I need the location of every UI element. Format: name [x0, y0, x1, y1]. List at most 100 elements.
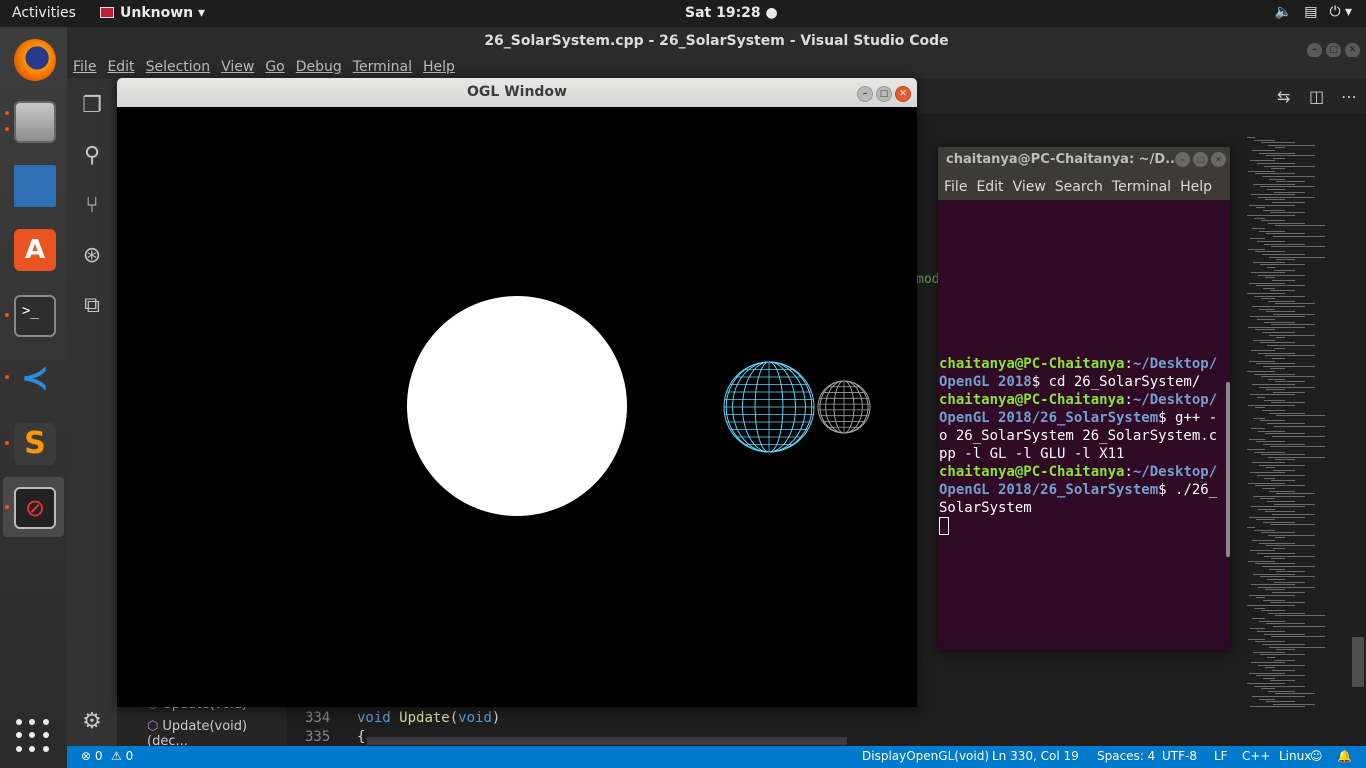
problems-errors[interactable]: ⊗ 0 [81, 749, 103, 763]
outline-item[interactable]: ⬡ Update(void) (dec... [147, 719, 287, 749]
menu-file[interactable]: File [73, 59, 96, 75]
dock-item-files[interactable] [3, 91, 64, 151]
line-number: 334 [305, 710, 331, 726]
menu-edit[interactable]: Edit [107, 59, 134, 75]
minimize-button[interactable]: – [857, 86, 873, 102]
search-icon[interactable]: ⚲ [79, 143, 105, 169]
maximize-button[interactable]: □ [1326, 43, 1341, 58]
terminal-menu-search[interactable]: Search [1055, 179, 1103, 195]
clipboard-icon[interactable]: ▤ [1304, 4, 1317, 20]
editor-header: ⇆ ◫ ⋯ [917, 79, 1366, 114]
status-language[interactable]: C++ [1242, 749, 1271, 763]
software-store-icon: A [14, 229, 56, 271]
dock-item-sublime[interactable]: S [3, 413, 64, 473]
settings-gear-icon[interactable]: ⚙ [79, 709, 105, 735]
ogl-titlebar[interactable]: OGL Window – □ ✕ [117, 78, 917, 107]
feedback-smiley-icon[interactable]: ☺ [1310, 749, 1323, 763]
dock-item-terminal[interactable]: >_ [3, 285, 64, 345]
system-tray[interactable]: 🔈 ▤ ⏻ ▾ [1263, 4, 1352, 20]
activity-bar: ❐ ⚲ ⑂ ⊛ ⧉ ⚙ [67, 79, 117, 746]
sublime-text-icon: S [14, 423, 56, 465]
terminal-scrollbar[interactable] [1226, 382, 1230, 557]
status-function[interactable]: DisplayOpenGL(void) [862, 749, 989, 763]
command-text: $ cd 26_SolarSystem/ [1031, 374, 1201, 390]
explorer-icon[interactable]: ❐ [79, 93, 105, 119]
solar-system-render [407, 296, 871, 516]
terminal-title: chaitanya@PC-Chaitanya: ~/D... [946, 152, 1180, 167]
volume-icon[interactable]: 🔈 [1275, 4, 1292, 20]
status-encoding[interactable]: UTF-8 [1162, 749, 1197, 763]
open-changes-icon[interactable]: ⇆ [1277, 87, 1290, 106]
activities-button[interactable]: Activities [12, 5, 76, 21]
problems-warnings[interactable]: ⚠ 0 [111, 749, 133, 763]
app-menu[interactable]: Unknown ▾ [100, 5, 205, 21]
status-position[interactable]: Ln 330, Col 19 [992, 749, 1079, 763]
menu-help[interactable]: Help [423, 59, 455, 75]
debug-icon[interactable]: ⊛ [79, 243, 105, 269]
status-eol[interactable]: LF [1214, 749, 1228, 763]
terminal-output[interactable]: chaitanya@PC-Chaitanya:~/Desktop/OpenGL … [939, 355, 1222, 535]
close-button[interactable]: ✕ [1211, 152, 1226, 167]
more-actions-icon[interactable]: ⋯ [1341, 87, 1357, 106]
maximize-button[interactable]: □ [1193, 152, 1208, 167]
app-icon [100, 7, 114, 18]
ogl-app-icon: ⊘ [14, 487, 56, 529]
terminal-icon: >_ [14, 295, 56, 337]
dock-item-writer[interactable] [3, 155, 64, 215]
horizontal-scrollbar[interactable] [367, 737, 847, 745]
prompt-user: chaitanya@PC-Chaitanya [939, 464, 1125, 480]
notifications-bell-icon[interactable]: 🔔 [1337, 749, 1352, 763]
dock-item-ogl[interactable]: ⊘ [3, 477, 64, 537]
maximize-button[interactable]: □ [876, 86, 892, 102]
close-button[interactable]: ✕ [1345, 43, 1360, 58]
status-platform[interactable]: Linux [1279, 749, 1311, 763]
menu-view[interactable]: View [221, 59, 254, 75]
terminal-titlebar[interactable]: chaitanya@PC-Chaitanya: ~/D... – □ ✕ [938, 147, 1230, 175]
top-bar: Activities Unknown ▾ Sat 19:28 ● 🔈 ▤ ⏻ ▾ [0, 0, 1366, 27]
vscode-menubar: File Edit Selection View Go Debug Terminal Help [67, 57, 1366, 79]
dock-item-vscode[interactable]: ≺ [3, 347, 64, 407]
terminal-menu-edit[interactable]: Edit [976, 179, 1003, 195]
menu-terminal[interactable]: Terminal [353, 59, 412, 75]
split-editor-icon[interactable]: ◫ [1309, 87, 1324, 106]
power-icon[interactable]: ⏻ ▾ [1329, 4, 1352, 20]
running-indicator [5, 127, 9, 131]
dock-item-firefox[interactable] [3, 29, 64, 89]
prompt-user: chaitanya@PC-Chaitanya [939, 392, 1125, 408]
sun-sphere [407, 296, 627, 516]
method-icon: ⬡ [147, 719, 159, 734]
earth-wireframe-sphere [723, 361, 815, 453]
code-fragment: mod [916, 272, 940, 287]
editor-scrollbar[interactable] [1352, 637, 1364, 687]
dock: A >_ ≺ S ⊘ [0, 27, 67, 768]
status-spaces[interactable]: Spaces: 4 [1097, 749, 1155, 763]
running-indicator [5, 111, 9, 115]
menu-debug[interactable]: Debug [296, 59, 342, 75]
terminal-menu-file[interactable]: File [944, 179, 967, 195]
files-icon [14, 101, 56, 143]
dock-item-software[interactable]: A [3, 219, 64, 279]
terminal-menu-terminal[interactable]: Terminal [1112, 179, 1171, 195]
menu-go[interactable]: Go [265, 59, 284, 75]
running-indicator [5, 313, 9, 317]
minimize-button[interactable]: – [1307, 43, 1322, 58]
menu-selection[interactable]: Selection [146, 59, 211, 75]
terminal-menu-help[interactable]: Help [1180, 179, 1212, 195]
code-line[interactable]: { [357, 729, 365, 745]
terminal-window: chaitanya@PC-Chaitanya: ~/D... – □ ✕ File E… [938, 147, 1230, 650]
source-control-icon[interactable]: ⑂ [79, 193, 105, 219]
show-applications-icon[interactable] [16, 719, 50, 753]
prompt-user: chaitanya@PC-Chaitanya [939, 356, 1125, 372]
extensions-icon[interactable]: ⧉ [79, 293, 105, 319]
opengl-canvas[interactable] [117, 107, 917, 707]
minimize-button[interactable]: – [1175, 152, 1190, 167]
status-bar: ⊗ 0 ⚠ 0 DisplayOpenGL(void) Ln 330, Col … [67, 746, 1366, 768]
vscode-titlebar[interactable]: 26_SolarSystem.cpp - 26_SolarSystem - Vi… [67, 27, 1366, 58]
firefox-icon [14, 39, 56, 81]
terminal-menu-view[interactable]: View [1013, 179, 1046, 195]
ogl-window-title: OGL Window [467, 84, 567, 100]
close-button[interactable]: ✕ [895, 86, 911, 102]
clock[interactable]: Sat 19:28 ● [685, 5, 778, 21]
code-line[interactable]: void Update(void) [357, 710, 500, 726]
minimap[interactable] [1247, 137, 1357, 727]
